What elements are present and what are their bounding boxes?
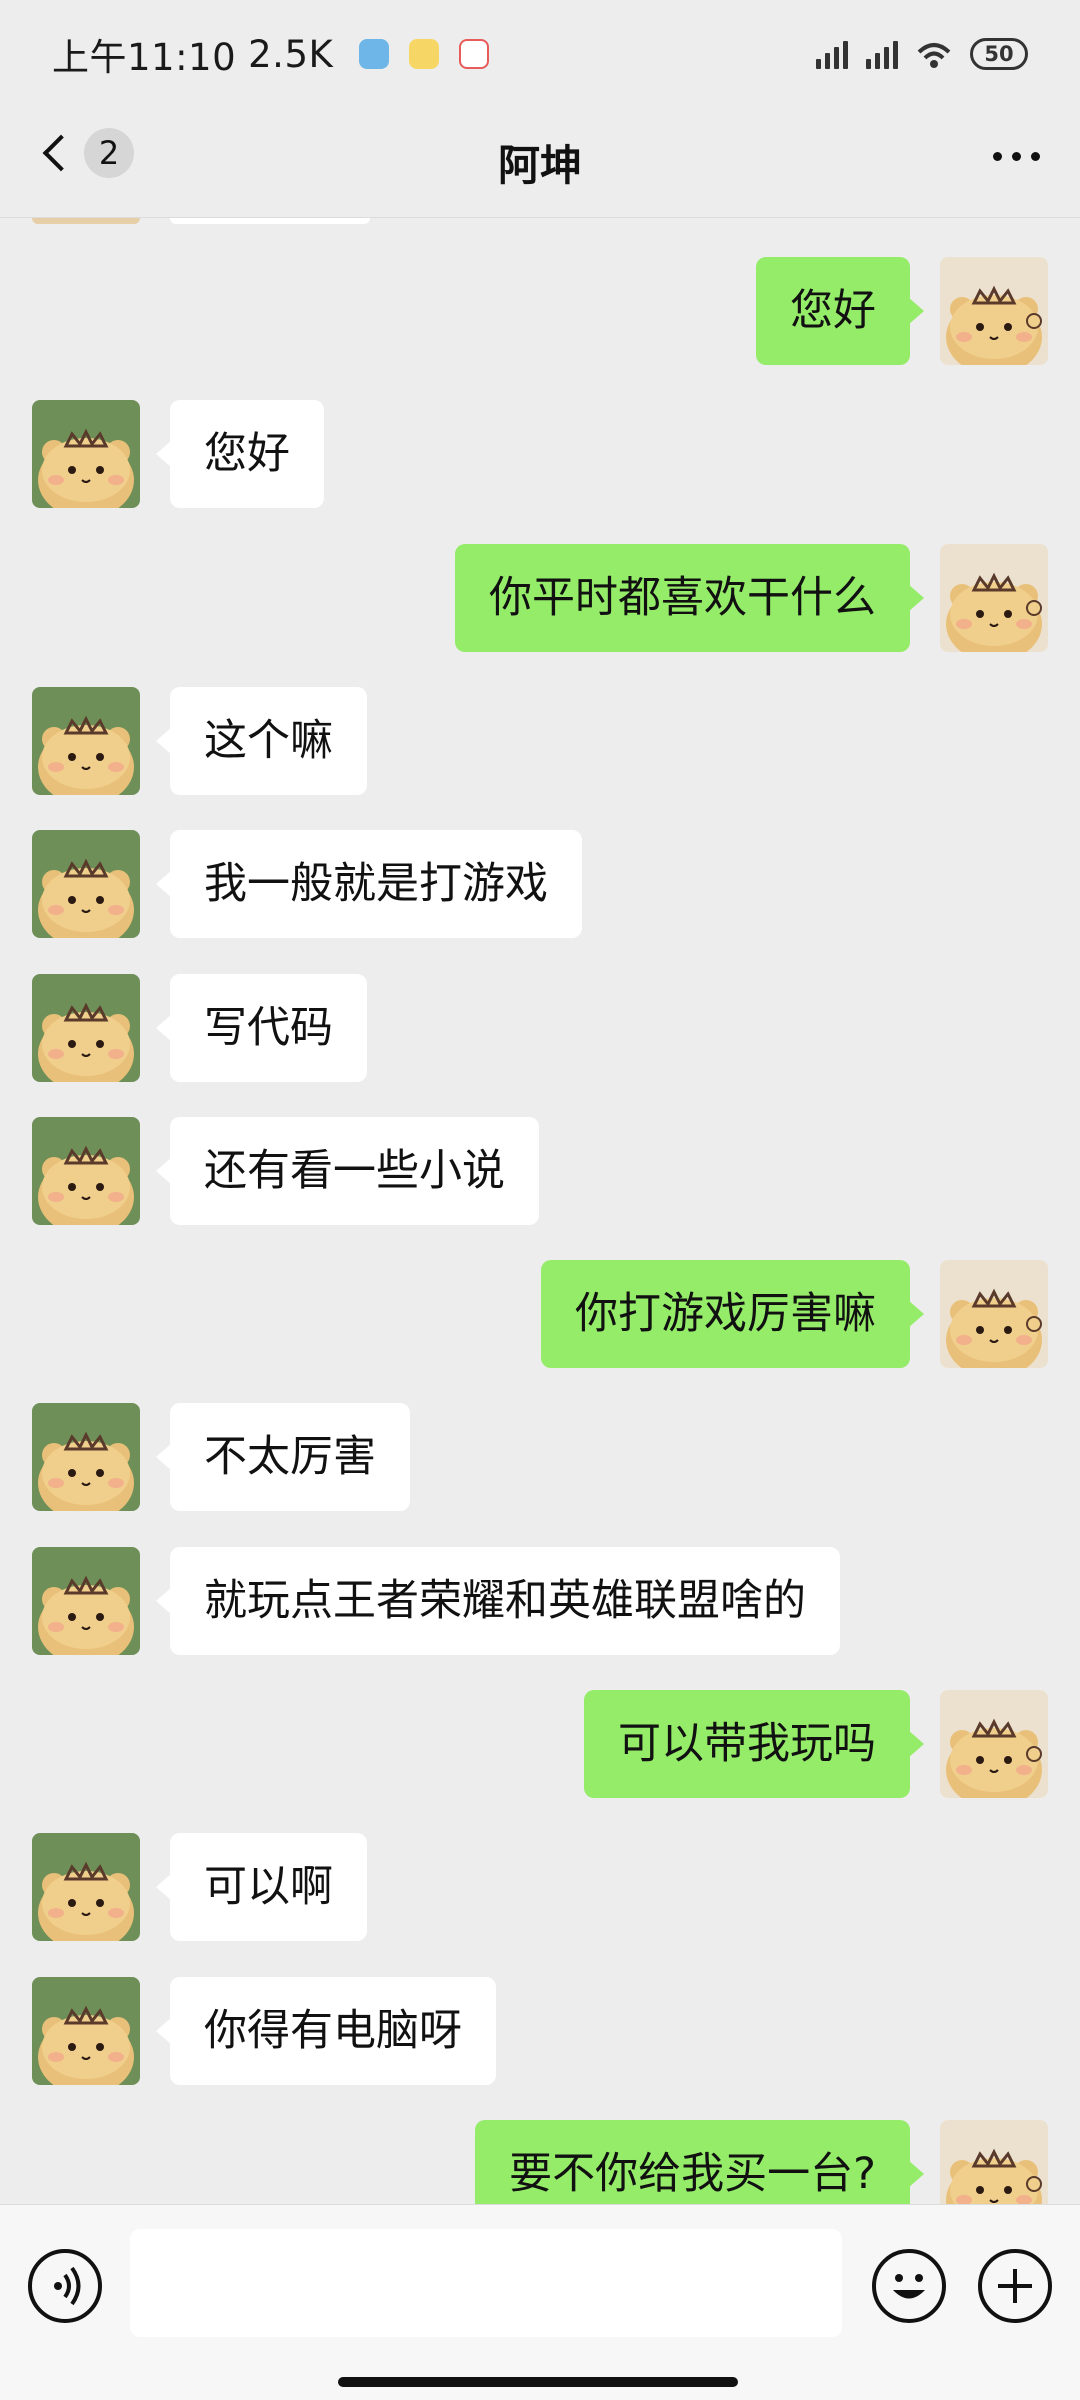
- network-speed: 2.5K: [248, 32, 334, 76]
- incoming-message: 我一般就是打游戏: [0, 830, 1080, 938]
- message-bubble[interactable]: 要不你给我买一台?: [475, 2120, 924, 2204]
- outgoing-message: 你平时都喜欢干什么: [0, 544, 1080, 652]
- more-functions-button[interactable]: [978, 2249, 1052, 2323]
- battery-indicator: 50: [970, 38, 1028, 70]
- message-bubble[interactable]: 可以带我玩吗: [584, 1690, 924, 1798]
- message-input[interactable]: [130, 2229, 842, 2337]
- my-avatar[interactable]: [940, 2120, 1048, 2204]
- outgoing-message: 你打游戏厉害嘛: [0, 1260, 1080, 1368]
- message-bubble[interactable]: 你平时都喜欢干什么: [455, 544, 924, 652]
- message-bubble[interactable]: 写代码: [156, 974, 367, 1082]
- incoming-message: 还有看一些小说: [0, 1117, 1080, 1225]
- status-time: 上午11:10: [52, 36, 237, 79]
- incoming-message: 你得有电脑呀: [0, 1977, 1080, 2085]
- unread-count-badge: 2: [84, 128, 134, 178]
- message-bubble[interactable]: 就玩点王者荣耀和英雄联盟啥的: [156, 1547, 840, 1655]
- home-indicator: [338, 2377, 738, 2387]
- message-bubble-partial: [170, 218, 370, 224]
- incoming-message: 这个嘛: [0, 687, 1080, 795]
- voice-icon: [54, 2266, 81, 2306]
- message-bubble[interactable]: 您好: [156, 400, 324, 508]
- chat-title: 阿坤: [497, 141, 582, 190]
- mail-notification-icon: [409, 39, 440, 69]
- chevron-left-icon: [42, 134, 80, 172]
- calendar-notification-icon: [459, 39, 490, 69]
- more-options-button[interactable]: [993, 152, 1040, 161]
- emoji-button[interactable]: [872, 2249, 946, 2323]
- back-button[interactable]: 2: [34, 128, 134, 178]
- wifi-icon: [917, 43, 951, 68]
- smiley-icon: [893, 2274, 925, 2299]
- outgoing-message: 可以带我玩吗: [0, 1690, 1080, 1798]
- message-bubble[interactable]: 不太厉害: [156, 1403, 410, 1511]
- incoming-message: 不太厉害: [0, 1403, 1080, 1511]
- my-avatar[interactable]: [940, 1690, 1048, 1798]
- incoming-message: 就玩点王者荣耀和英雄联盟啥的: [0, 1547, 1080, 1655]
- message-bubble[interactable]: 这个嘛: [156, 687, 367, 795]
- incoming-message: 写代码: [0, 974, 1080, 1082]
- message-bubble[interactable]: 还有看一些小说: [156, 1117, 539, 1225]
- my-avatar[interactable]: [940, 1260, 1048, 1368]
- contact-avatar[interactable]: [32, 1117, 140, 1225]
- contact-avatar[interactable]: [32, 687, 140, 795]
- my-avatar[interactable]: [940, 257, 1048, 365]
- contact-avatar[interactable]: [32, 830, 140, 938]
- message-bubble[interactable]: 可以啊: [156, 1833, 367, 1941]
- status-bar: 上午11:10 2.5K 50: [0, 0, 1080, 108]
- message-bubble[interactable]: 你得有电脑呀: [156, 1977, 496, 2085]
- composer-bar: [0, 2204, 1080, 2400]
- signal-icon: [816, 39, 848, 69]
- my-avatar[interactable]: [940, 544, 1048, 652]
- more-dots-icon: [993, 152, 1002, 161]
- app-notification-icon: [359, 39, 390, 69]
- contact-avatar[interactable]: [32, 1403, 140, 1511]
- message-list[interactable]: 您好 您好 你平时都喜欢干什么 这个嘛 我一般就是打游戏 写代码 还有看一些小说 你打游戏厉害…: [0, 218, 1080, 2204]
- outgoing-message: 您好: [0, 257, 1080, 365]
- message-bubble[interactable]: 您好: [756, 257, 924, 365]
- contact-avatar[interactable]: [32, 400, 140, 508]
- signal-icon-2: [866, 39, 898, 69]
- incoming-message: 您好: [0, 400, 1080, 508]
- outgoing-message: 要不你给我买一台?: [0, 2120, 1080, 2204]
- contact-avatar[interactable]: [32, 1547, 140, 1655]
- contact-avatar[interactable]: [32, 974, 140, 1082]
- incoming-message: 可以啊: [0, 1833, 1080, 1941]
- contact-avatar[interactable]: [32, 1833, 140, 1941]
- plus-icon: [998, 2269, 1032, 2303]
- voice-input-button[interactable]: [28, 2249, 102, 2323]
- chat-header: 2 阿坤: [0, 108, 1080, 218]
- message-bubble[interactable]: 你打游戏厉害嘛: [541, 1260, 924, 1368]
- avatar: [32, 218, 140, 224]
- message-bubble[interactable]: 我一般就是打游戏: [156, 830, 582, 938]
- contact-avatar[interactable]: [32, 1977, 140, 2085]
